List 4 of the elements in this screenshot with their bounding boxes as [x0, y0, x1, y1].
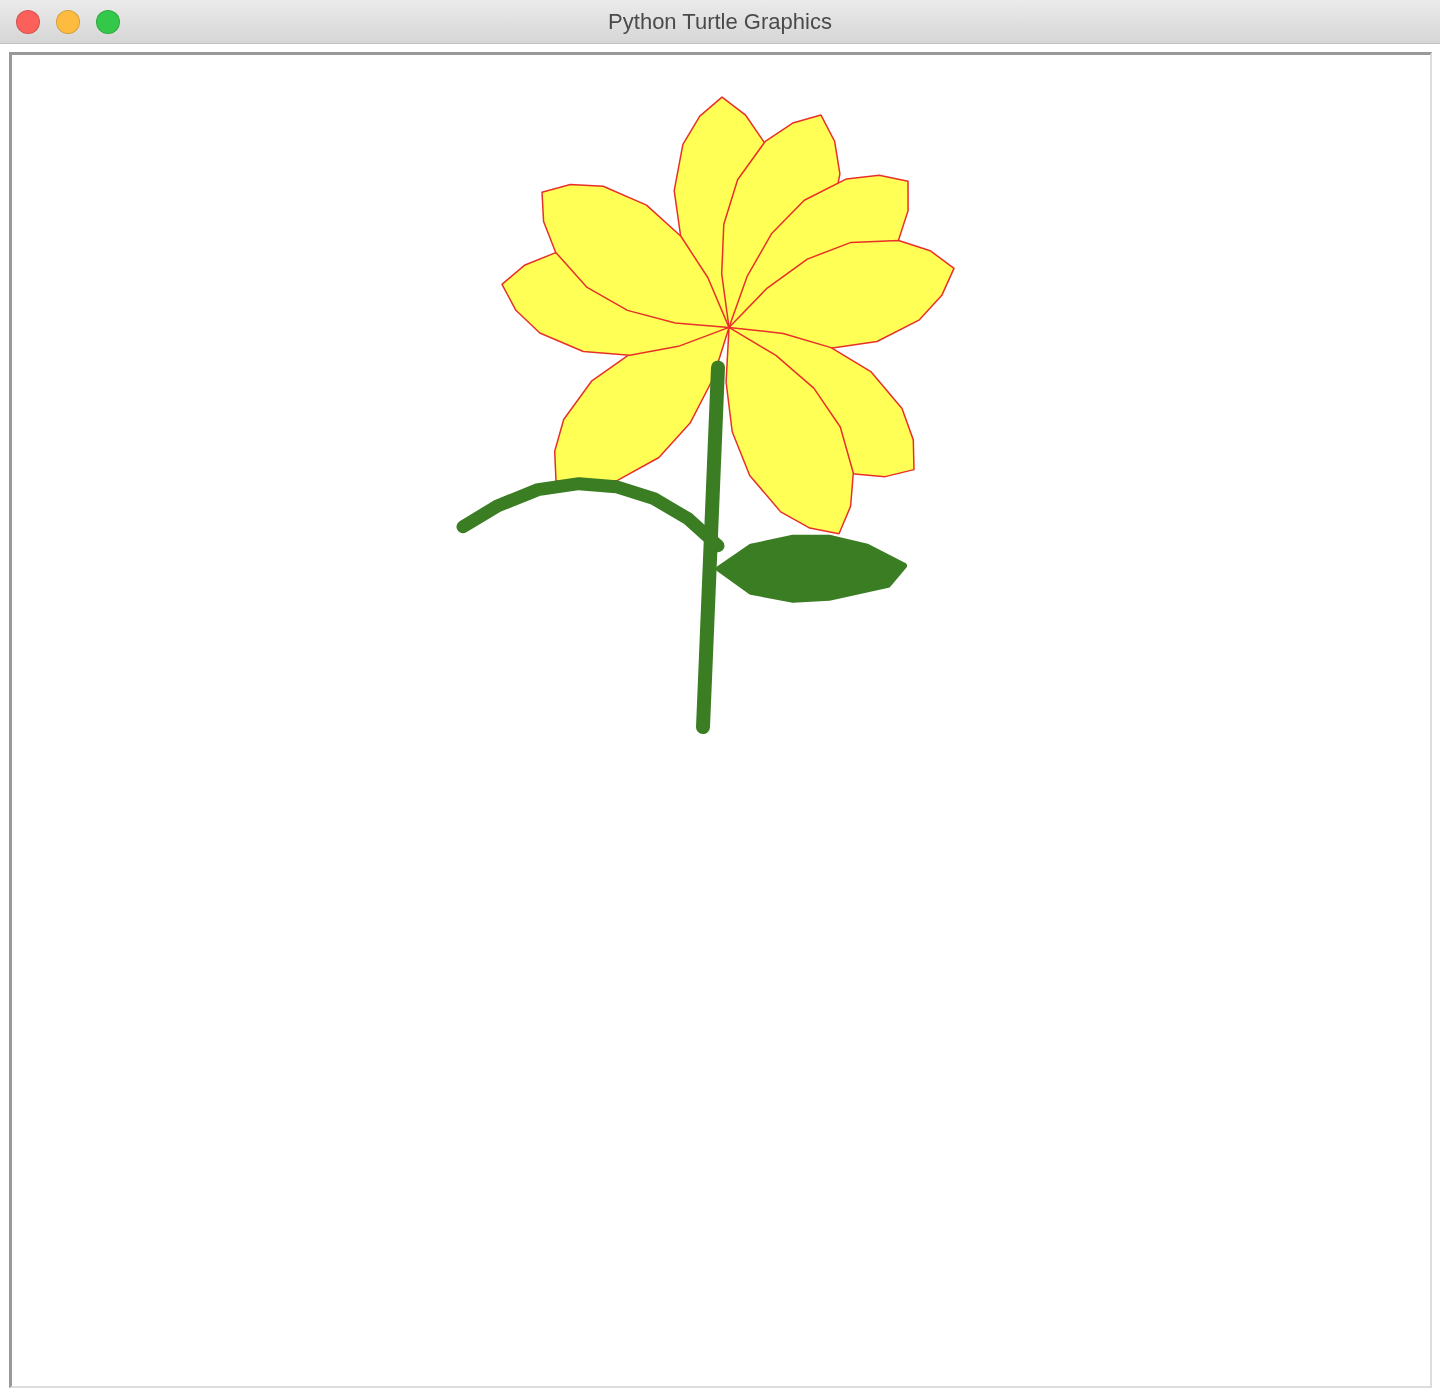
minimize-button[interactable]	[56, 10, 80, 34]
window-title: Python Turtle Graphics	[608, 8, 832, 35]
zoom-button[interactable]	[96, 10, 120, 34]
close-button[interactable]	[16, 10, 40, 34]
